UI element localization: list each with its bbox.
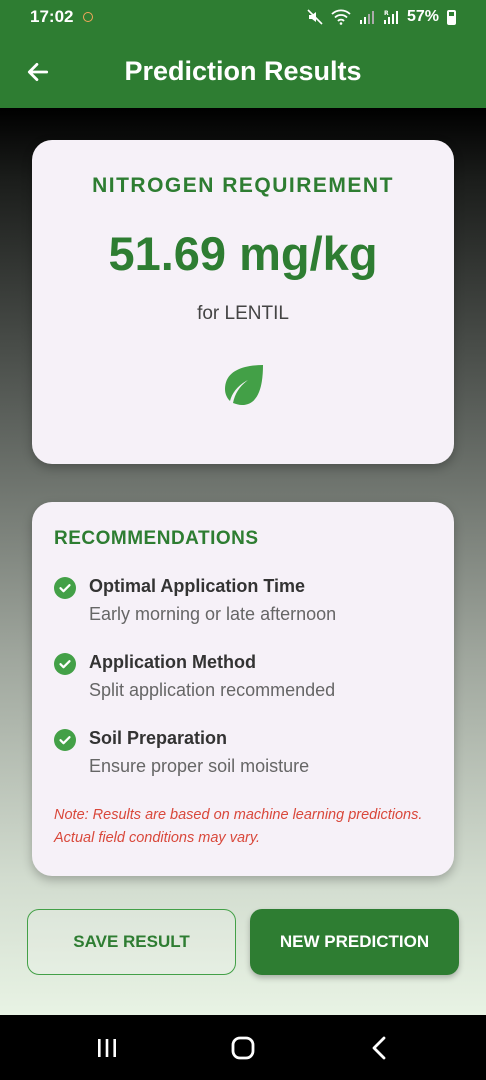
back-button[interactable] — [22, 56, 54, 88]
new-prediction-button[interactable]: NEW PREDICTION — [250, 909, 459, 975]
wifi-icon — [331, 9, 351, 25]
svg-text:R: R — [384, 10, 389, 17]
signal-icon — [359, 9, 375, 25]
reco-title: Soil Preparation — [89, 728, 228, 748]
crop-label: for LENTIL — [197, 303, 289, 324]
battery-icon — [447, 9, 456, 25]
list-item: Application Method Split application rec… — [54, 652, 432, 709]
check-circle-icon — [54, 729, 76, 751]
disclaimer-note: Note: Results are based on machine learn… — [54, 807, 423, 846]
recommendations-heading: RECOMMENDATIONS — [54, 528, 259, 549]
home-icon — [231, 1036, 255, 1060]
leaf-icon — [225, 365, 263, 405]
app-bar: Prediction Results — [0, 34, 486, 108]
reco-description: Split application recommended — [89, 680, 336, 700]
recommendations-card: RECOMMENDATIONS Optimal Application Time… — [32, 502, 454, 876]
status-right: R 57% — [307, 8, 456, 26]
save-result-button[interactable]: SAVE RESULT — [27, 909, 236, 975]
list-item: Soil Preparation Ensure proper soil mois… — [54, 728, 432, 785]
notification-dot-icon — [83, 12, 94, 22]
status-left: 17:02 — [30, 7, 94, 27]
reco-title: Application Method — [89, 652, 256, 672]
leaf-wrap — [32, 361, 454, 409]
mute-icon — [307, 9, 323, 25]
reco-text: Soil Preparation Ensure proper soil mois… — [89, 728, 309, 777]
nitrogen-value: 51.69 mg/kg — [108, 227, 378, 280]
content-area: NITROGEN REQUIREMENT 51.69 mg/kg for LEN… — [0, 108, 486, 1015]
reco-description: Ensure proper soil moisture — [89, 756, 310, 776]
check-circle-icon — [54, 653, 76, 675]
home-button[interactable] — [228, 1033, 258, 1063]
reco-text: Optimal Application Time Early morning o… — [89, 576, 336, 625]
system-back-button[interactable] — [364, 1033, 394, 1063]
top-bar: 17:02 R 57% Prediction Results — [0, 0, 486, 108]
status-bar: 17:02 R 57% — [0, 0, 486, 34]
arrow-left-icon — [27, 63, 49, 81]
reco-text: Application Method Split application rec… — [89, 652, 335, 701]
list-item: Optimal Application Time Early morning o… — [54, 576, 432, 633]
chevron-left-icon — [372, 1036, 386, 1060]
reco-description: Early morning or late afternoon — [89, 604, 337, 624]
recents-icon — [98, 1039, 116, 1057]
check-circle-icon — [54, 577, 76, 599]
result-heading: NITROGEN REQUIREMENT — [92, 174, 394, 197]
recents-button[interactable] — [92, 1033, 122, 1063]
battery-percent: 57% — [406, 8, 439, 25]
recommendations-list: Optimal Application Time Early morning o… — [54, 576, 432, 785]
result-card: NITROGEN REQUIREMENT 51.69 mg/kg for LEN… — [32, 140, 454, 464]
status-time: 17:02 — [30, 7, 74, 26]
reco-title: Optimal Application Time — [89, 576, 306, 596]
page-title: Prediction Results — [124, 55, 362, 86]
system-nav-bar — [0, 1015, 486, 1080]
signal-roaming-icon: R — [383, 9, 399, 25]
